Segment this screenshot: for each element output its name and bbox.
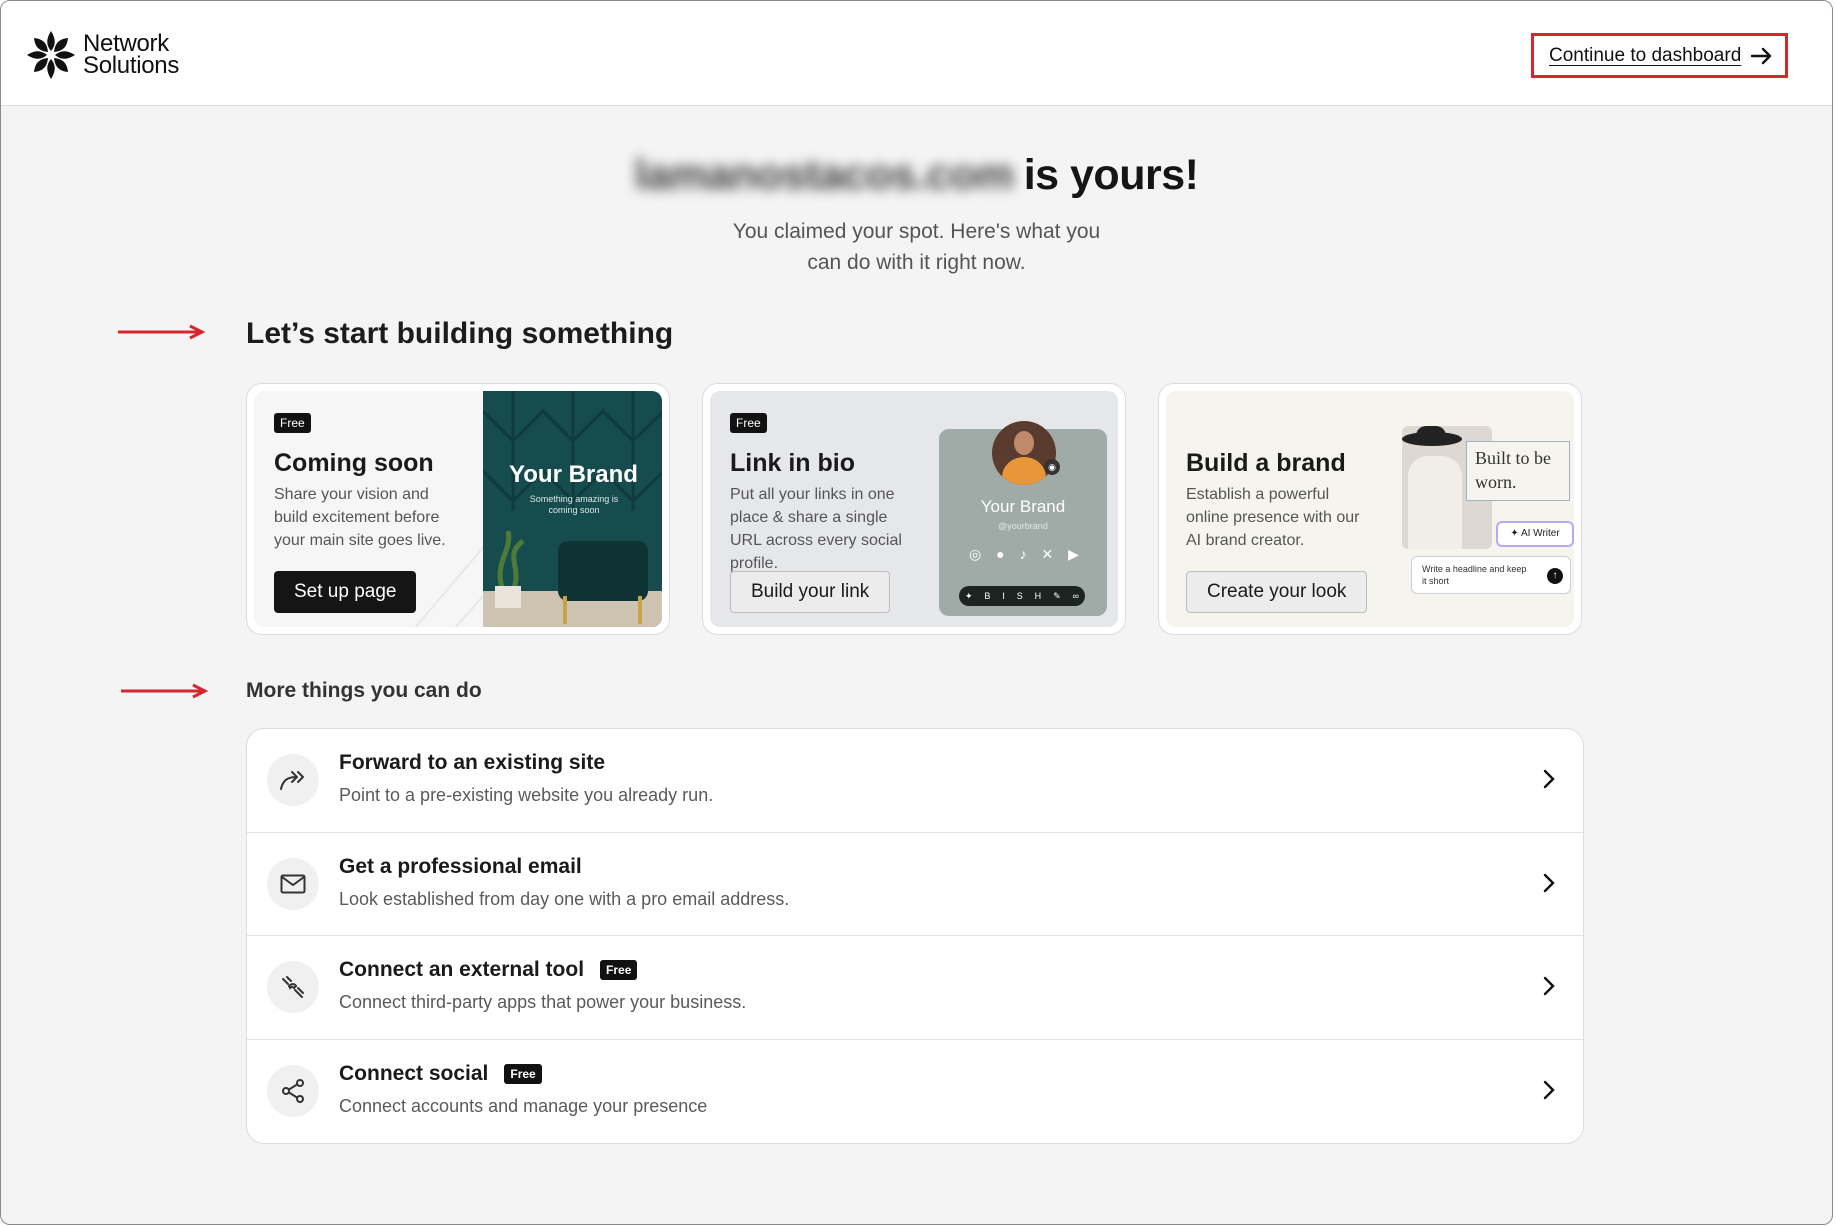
free-badge: Free — [274, 413, 311, 433]
list-item-title: Connect an external tool Free — [339, 958, 638, 982]
pen-icon: ✎ — [1053, 590, 1061, 601]
list-item-description: Connect third-party apps that power your… — [339, 992, 747, 1012]
list-item-description: Connect accounts and manage your presenc… — [339, 1095, 708, 1116]
headline-text-box: Built to be worn. — [1466, 441, 1570, 501]
domain-name: lamanostacos.com — [634, 151, 1015, 199]
send-arrow-icon: ↑ — [1547, 568, 1563, 584]
list-item-forward[interactable]: Forward to an existing site Point to a p… — [247, 729, 1583, 833]
card-title: Link in bio — [730, 449, 855, 477]
create-your-look-button[interactable]: Create your look — [1186, 571, 1368, 613]
logo-line-2: Solutions — [83, 52, 180, 79]
camera-icon: ◉ — [1044, 459, 1060, 475]
card-description: Share your vision and build excitement b… — [274, 486, 446, 549]
card-coming-soon[interactable]: Free Coming soon Share your vision and b… — [246, 383, 670, 635]
annotation-arrow-icon — [121, 683, 209, 699]
social-icons-row: ◎ ● ♪ ✕ ▶ — [969, 546, 1079, 563]
card-title: Build a brand — [1186, 449, 1346, 477]
link-in-bio-preview: ◉ Your Brand @yourbrand ◎ ● ♪ ✕ ▶ ✦ B I S H ✎… — [939, 421, 1107, 616]
build-your-link-button[interactable]: Build your link — [730, 571, 891, 613]
share-icon — [267, 1064, 319, 1117]
logo-text: Network Solutions — [83, 32, 180, 79]
list-item-description: Point to a pre-existing website you alre… — [339, 785, 714, 805]
ai-writer-chip: ✦ AI Writer — [1496, 521, 1574, 547]
chevron-right-icon — [1543, 1080, 1555, 1099]
coming-soon-preview-image: Your Brand Something amazing is coming s… — [483, 391, 662, 627]
avatar — [992, 421, 1056, 485]
sparkle-icon: ✦ — [964, 590, 973, 601]
card-description: Put all your links in one place & share … — [730, 486, 902, 572]
chevron-right-icon — [1543, 873, 1555, 892]
card-description: Establish a powerful online presence wit… — [1186, 486, 1360, 549]
page-frame: Network Solutions Continue to dashboard … — [0, 0, 1833, 1225]
annotation-arrow-icon — [118, 324, 206, 340]
logo[interactable]: Network Solutions — [25, 29, 179, 81]
continue-to-dashboard-label: Continue to dashboard — [1549, 44, 1742, 66]
chevron-right-icon — [1543, 976, 1555, 996]
list-item-description: Look established from day one with a pro… — [339, 888, 790, 909]
list-item-title: Forward to an existing site — [339, 751, 606, 774]
card-build-a-brand[interactable]: Build a brand Establish a powerful onlin… — [1158, 383, 1582, 635]
free-badge: Free — [600, 960, 638, 980]
set-up-page-button[interactable]: Set up page — [274, 571, 417, 613]
preview-brand-sub: Something amazing is coming soon — [529, 494, 619, 515]
list-item-title: Get a professional email — [339, 854, 582, 878]
top-bar: Network Solutions Continue to dashboard — [1, 1, 1832, 106]
build-section-title: Let’s start building something — [246, 317, 674, 350]
italic-icon: I — [1002, 591, 1005, 601]
bold-icon: B — [984, 591, 991, 601]
list-item-external-tool[interactable]: Connect an external tool Free Connect th… — [247, 936, 1583, 1040]
x-icon: ✕ — [1041, 546, 1054, 562]
mail-icon — [267, 857, 319, 910]
free-badge: Free — [730, 413, 767, 433]
link-icon: ∞ — [1072, 591, 1079, 601]
list-item-social[interactable]: Connect social Free Connect accounts and… — [247, 1040, 1583, 1144]
chevron-right-icon — [1543, 769, 1555, 789]
free-badge: Free — [504, 1063, 542, 1084]
sparkle-icon: ✦ — [1510, 528, 1519, 539]
arrow-right-icon — [1751, 47, 1772, 64]
card-title: Coming soon — [274, 449, 434, 477]
heading-icon: H — [1034, 591, 1042, 601]
text-format-toolbar: ✦ B I S H ✎ ∞ — [959, 586, 1085, 606]
hero-title-suffix: is yours! — [1023, 151, 1199, 199]
more-actions-list: Forward to an existing site Point to a p… — [246, 728, 1584, 1144]
facebook-icon: ● — [996, 546, 1005, 562]
instagram-icon: ◎ — [969, 546, 982, 562]
hero-title: lamanostacos.com is yours! — [1, 151, 1832, 200]
list-item-title: Connect social Free — [339, 1062, 542, 1086]
card-link-in-bio[interactable]: Free Link in bio Put all your links in o… — [702, 383, 1126, 635]
plug-icon — [267, 961, 319, 1013]
hero: lamanostacos.com is yours! You claimed yo… — [1, 151, 1832, 278]
preview-brand-title: Your Brand — [980, 497, 1066, 516]
list-item-email[interactable]: Get a professional email Look establishe… — [247, 833, 1583, 936]
tiktok-icon: ♪ — [1019, 546, 1027, 562]
hero-subtitle: You claimed your spot. Here's what you c… — [732, 220, 1101, 274]
continue-to-dashboard-button[interactable]: Continue to dashboard — [1531, 33, 1788, 78]
forward-icon — [267, 754, 319, 806]
strike-icon: S — [1016, 591, 1023, 601]
network-solutions-logo-icon — [27, 31, 75, 79]
preview-handle: @yourbrand — [998, 521, 1048, 531]
preview-brand-title: Your Brand — [509, 461, 638, 488]
more-section-title: More things you can do — [246, 679, 482, 702]
youtube-icon: ▶ — [1068, 546, 1079, 562]
ai-writer-label: AI Writer — [1520, 528, 1560, 539]
